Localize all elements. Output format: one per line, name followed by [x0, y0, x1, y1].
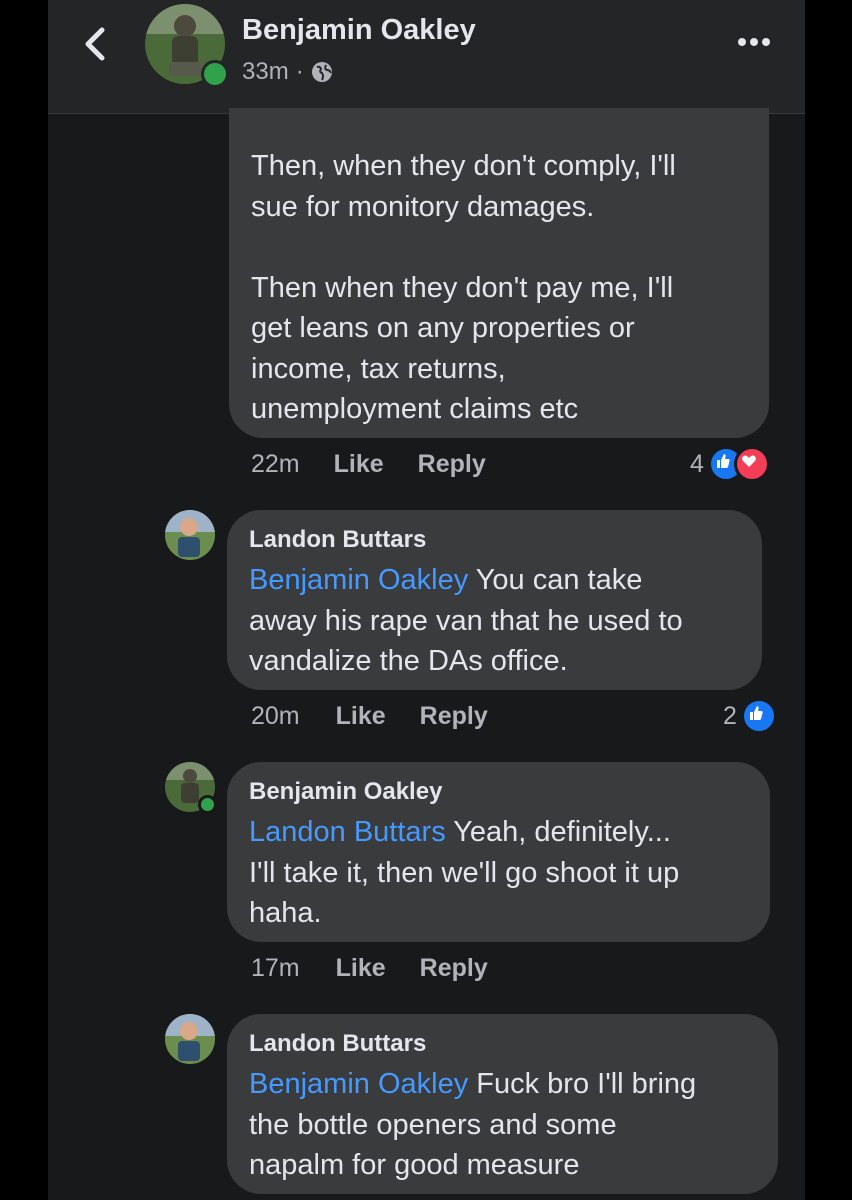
reaction-summary[interactable]: 4	[690, 446, 770, 482]
post-time[interactable]: 33m	[242, 58, 289, 86]
comment-author[interactable]: Landon Buttars	[249, 1030, 426, 1058]
comment-thread-screen: Benjamin Oakley 33m · Then, when they do…	[48, 0, 805, 1200]
like-reaction-icon	[740, 698, 777, 734]
like-button[interactable]: Like	[334, 450, 384, 479]
comment-text: Benjamin Oakley You can take away his ra…	[249, 564, 683, 677]
comment-bubble[interactable]: Landon Buttars Benjamin Oakley Fuck bro …	[227, 1014, 778, 1194]
comment-time[interactable]: 17m	[251, 954, 300, 983]
comment-bubble[interactable]: Landon Buttars Benjamin Oakley You can t…	[227, 510, 762, 690]
more-dots-icon	[738, 38, 770, 46]
comment-time[interactable]: 22m	[251, 450, 300, 479]
back-button[interactable]	[78, 24, 114, 64]
commenter-avatar[interactable]	[165, 510, 215, 560]
chevron-left-icon	[85, 27, 105, 61]
comment-actions: 20m Like Reply	[251, 702, 488, 731]
comment-actions: 22m Like Reply	[251, 450, 486, 479]
comment-actions: 17m Like Reply	[251, 954, 488, 983]
globe-icon	[311, 62, 332, 82]
online-status-indicator	[201, 60, 229, 88]
comment-text: Benjamin Oakley Fuck bro I'll bring the …	[249, 1068, 697, 1181]
reaction-summary[interactable]: 2	[723, 698, 777, 734]
reaction-count: 2	[723, 701, 737, 730]
online-status-indicator	[198, 795, 217, 814]
mention-link[interactable]: Benjamin Oakley	[249, 564, 468, 596]
author-name[interactable]: Benjamin Oakley	[242, 14, 476, 47]
post-meta: 33m ·	[242, 58, 333, 86]
reply-button[interactable]: Reply	[420, 702, 488, 731]
like-button[interactable]: Like	[336, 702, 386, 731]
comment-bubble[interactable]: Then, when they don't comply, I'll sue f…	[229, 108, 769, 438]
reply-button[interactable]: Reply	[418, 450, 486, 479]
mention-link[interactable]: Landon Buttars	[249, 816, 446, 848]
comment-text: Then, when they don't comply, I'll sue f…	[251, 150, 676, 425]
commenter-avatar[interactable]	[165, 1014, 215, 1064]
more-options-button[interactable]	[736, 32, 776, 52]
mention-link[interactable]: Benjamin Oakley	[249, 1068, 468, 1100]
reaction-count: 4	[690, 449, 704, 478]
comment-time[interactable]: 20m	[251, 702, 300, 731]
comment-author[interactable]: Landon Buttars	[249, 526, 426, 554]
comment-text: Landon Buttars Yeah, definitely... I'll …	[249, 816, 680, 929]
meta-separator: ·	[295, 58, 304, 85]
like-button[interactable]: Like	[336, 954, 386, 983]
post-header: Benjamin Oakley 33m ·	[48, 0, 805, 114]
reply-button[interactable]: Reply	[420, 954, 488, 983]
comment-bubble[interactable]: Benjamin Oakley Landon Buttars Yeah, def…	[227, 762, 770, 942]
comment-author[interactable]: Benjamin Oakley	[249, 778, 442, 806]
heart-reaction-icon	[733, 446, 770, 482]
